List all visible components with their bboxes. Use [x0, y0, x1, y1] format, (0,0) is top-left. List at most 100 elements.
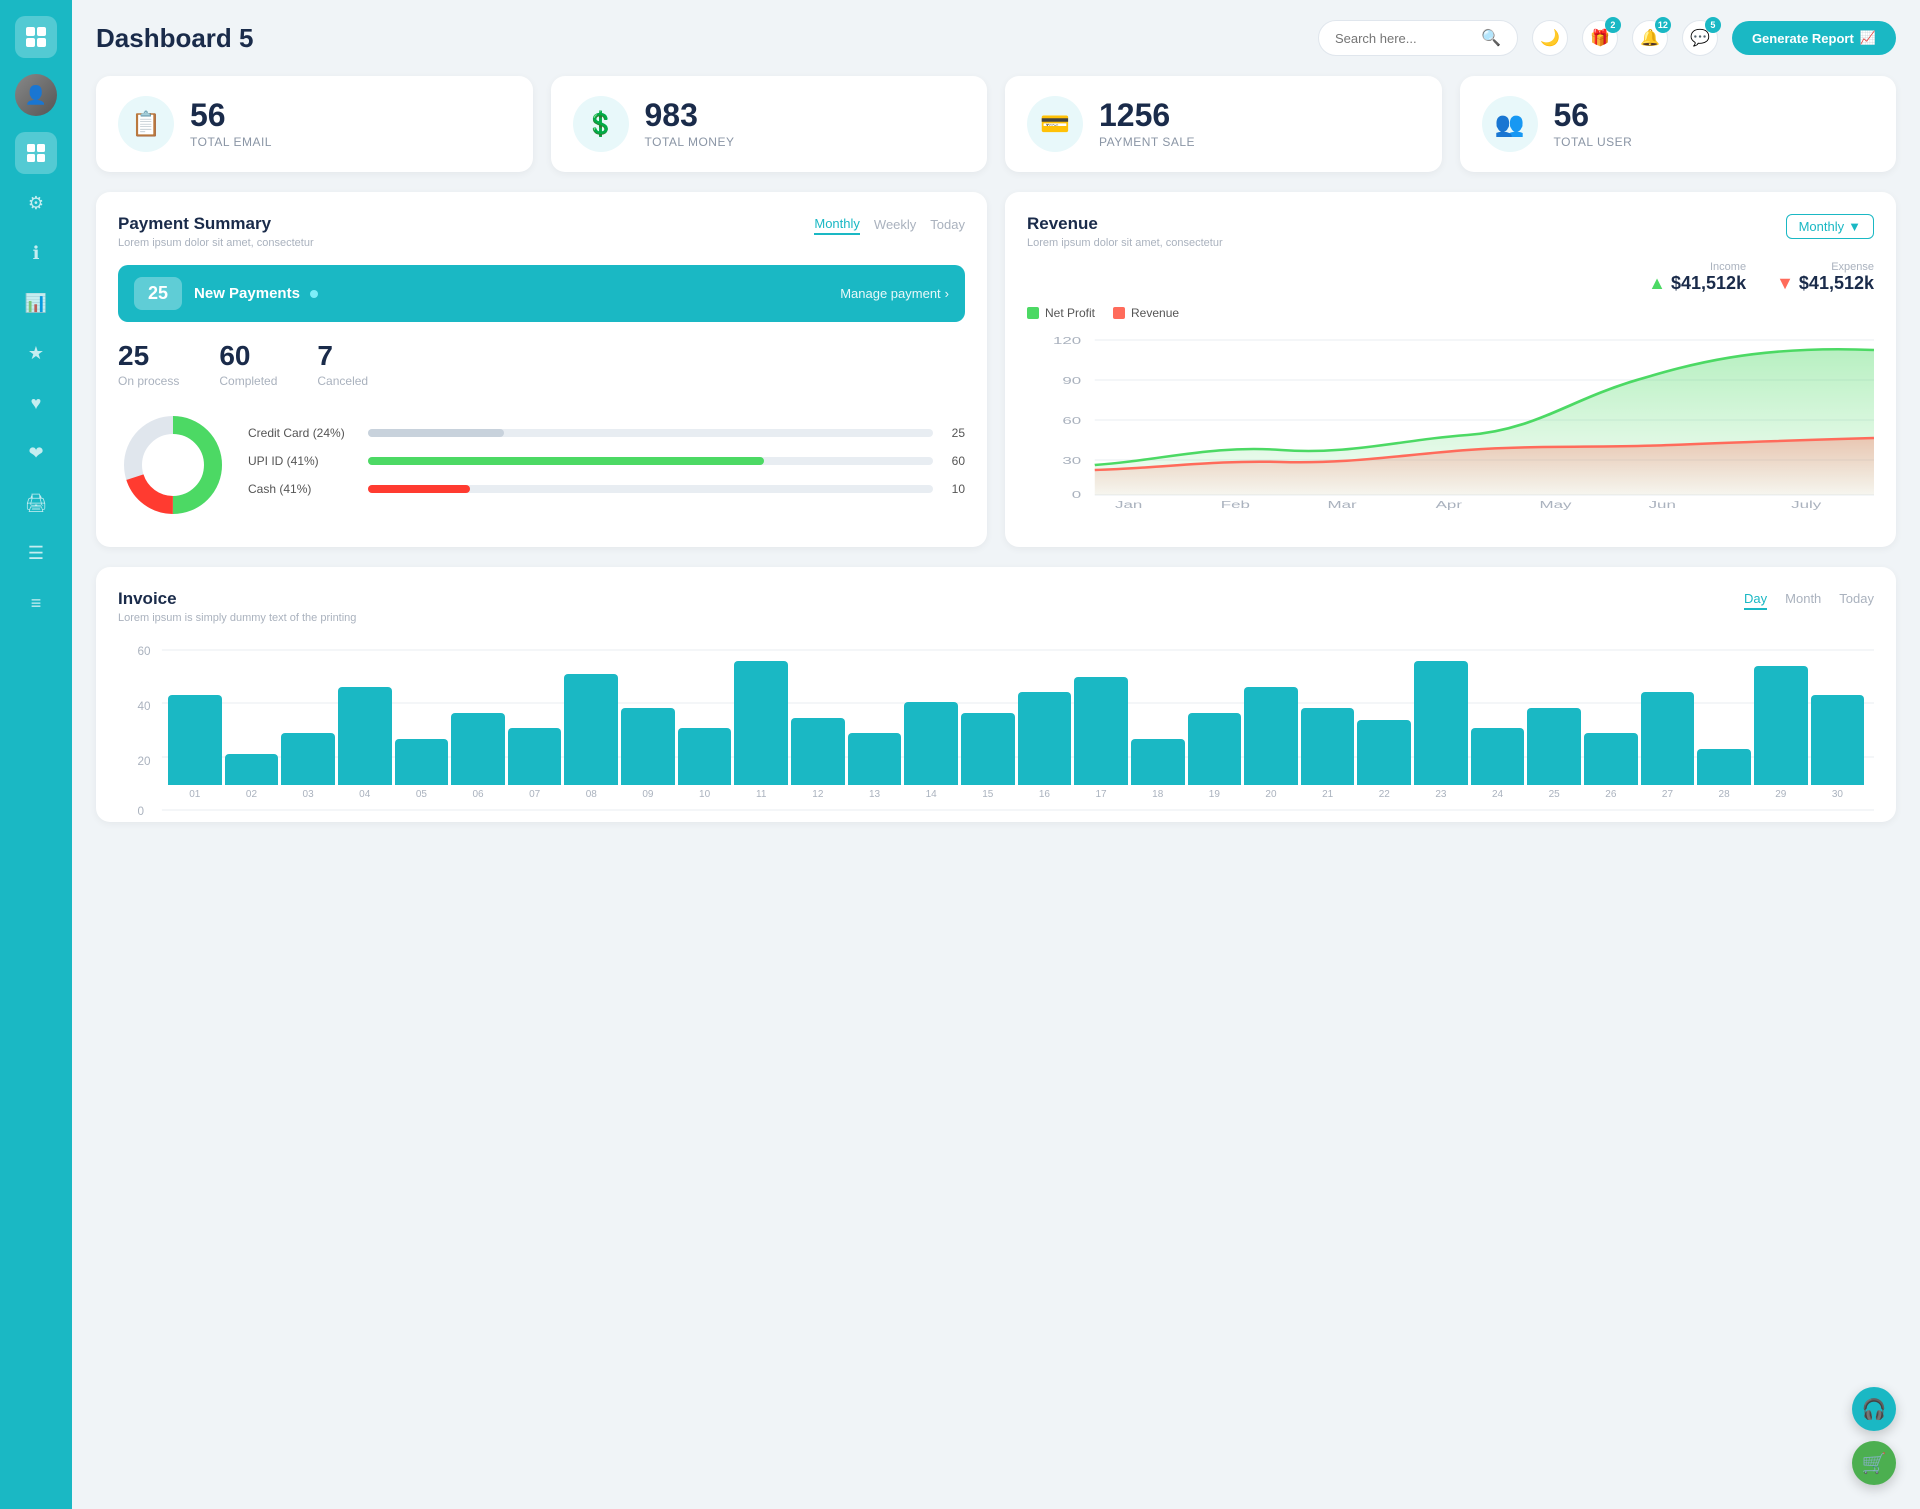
x-label-02: 02: [225, 789, 279, 800]
float-chat-btn[interactable]: 🎧: [1852, 1387, 1896, 1431]
sidebar-item-dashboard[interactable]: [15, 132, 57, 174]
stats-row: 📋 56 TOTAL EMAIL 💲 983 TOTAL MONEY 💳 125…: [96, 76, 1896, 172]
tab-payment-today[interactable]: Today: [930, 215, 965, 234]
generate-report-label: Generate Report: [1752, 31, 1854, 46]
svg-text:July: July: [1791, 499, 1821, 510]
bar-25: [1584, 733, 1638, 785]
revenue-panel: Revenue Lorem ipsum dolor sit amet, cons…: [1005, 192, 1896, 547]
tab-invoice-month[interactable]: Month: [1785, 589, 1821, 610]
search-input[interactable]: [1335, 31, 1473, 46]
bar-12: [848, 733, 902, 785]
revenue-titles: Revenue Lorem ipsum dolor sit amet, cons…: [1027, 214, 1223, 249]
sidebar-item-list[interactable]: ≡: [15, 582, 57, 624]
payment-summary-panel: Payment Summary Lorem ipsum dolor sit am…: [96, 192, 987, 547]
x-label-18: 18: [1131, 789, 1185, 800]
x-label-09: 09: [621, 789, 675, 800]
gift-btn[interactable]: 🎁 2: [1582, 20, 1618, 56]
search-icon: 🔍: [1481, 28, 1501, 48]
expense-value: ▼ $41,512k: [1776, 273, 1874, 294]
revenue-monthly-btn[interactable]: Monthly ▼: [1786, 214, 1874, 239]
sidebar-item-settings[interactable]: ⚙: [15, 182, 57, 224]
svg-text:90: 90: [1062, 375, 1081, 387]
bar-0: [168, 695, 222, 785]
x-label-26: 26: [1584, 789, 1638, 800]
sidebar-item-starred[interactable]: ★: [15, 332, 57, 374]
sidebar-item-info[interactable]: ℹ: [15, 232, 57, 274]
sidebar-item-favorites[interactable]: ♥: [15, 382, 57, 424]
chart-icon: 📈: [1860, 30, 1876, 46]
payment-details: Credit Card (24%) 25 UPI ID (41%) 60: [118, 410, 965, 525]
new-payments-label: New Payments: [194, 285, 318, 302]
pbar-cash: Cash (41%) 10: [248, 482, 965, 496]
bar-1: [225, 754, 279, 785]
bar-11: [791, 718, 845, 785]
income-expense-row: Income ▲ $41,512k Expense ▼ $41,512k: [1027, 261, 1874, 294]
money-label: TOTAL MONEY: [645, 135, 735, 149]
payment-summary-title: Payment Summary: [118, 214, 314, 234]
main-content: Dashboard 5 🔍 🌙 🎁 2 🔔 12 💬 5 Gen: [72, 0, 1920, 1509]
money-count: 983: [645, 99, 735, 131]
sidebar-item-print[interactable]: 🖨: [15, 482, 57, 524]
email-icon: 📋: [118, 96, 174, 152]
chat-btn[interactable]: 💬 5: [1682, 20, 1718, 56]
float-cart-btn[interactable]: 🛒: [1852, 1441, 1896, 1485]
bell-btn[interactable]: 🔔 12: [1632, 20, 1668, 56]
bell-badge: 12: [1655, 17, 1671, 33]
income-item: Income ▲ $41,512k: [1648, 261, 1746, 294]
bar-6: [508, 728, 562, 785]
x-label-04: 04: [338, 789, 392, 800]
sidebar-item-menu[interactable]: ☰: [15, 532, 57, 574]
x-label-17: 17: [1074, 789, 1128, 800]
payment-label: PAYMENT SALE: [1099, 135, 1195, 149]
bar-chart-bars: [168, 630, 1864, 785]
sidebar-item-analytics[interactable]: 📊: [15, 282, 57, 324]
x-label-22: 22: [1357, 789, 1411, 800]
pbar-credit-fill: [368, 429, 504, 437]
payment-panel-header: Payment Summary Lorem ipsum dolor sit am…: [118, 214, 965, 249]
revenue-label: Revenue: [1131, 306, 1179, 320]
bar-13: [904, 702, 958, 785]
tab-payment-weekly[interactable]: Weekly: [874, 215, 916, 234]
user-avatar[interactable]: 👤: [15, 74, 57, 116]
header-right: 🔍 🌙 🎁 2 🔔 12 💬 5 Generate Report 📈: [1318, 20, 1896, 56]
generate-report-button[interactable]: Generate Report 📈: [1732, 21, 1896, 55]
stat-card-payment: 💳 1256 PAYMENT SALE: [1005, 76, 1442, 172]
income-icon: ▲: [1648, 273, 1666, 293]
revenue-dot: [1113, 307, 1125, 319]
tab-invoice-day[interactable]: Day: [1744, 589, 1767, 610]
invoice-panel: Invoice Lorem ipsum is simply dummy text…: [96, 567, 1896, 822]
money-icon: 💲: [573, 96, 629, 152]
completed-label: Completed: [219, 374, 277, 388]
donut-chart: [118, 410, 228, 525]
stat-payment-info: 1256 PAYMENT SALE: [1099, 99, 1195, 149]
search-box[interactable]: 🔍: [1318, 20, 1518, 56]
pbar-credit-val: 25: [943, 426, 965, 440]
x-label-08: 08: [564, 789, 618, 800]
bar-4: [395, 739, 449, 786]
bar-18: [1188, 713, 1242, 785]
email-count: 56: [190, 99, 272, 131]
x-label-11: 11: [734, 789, 788, 800]
sidebar-logo[interactable]: [15, 16, 57, 58]
manage-payment-link[interactable]: Manage payment ›: [840, 286, 949, 301]
tab-invoice-today[interactable]: Today: [1839, 589, 1874, 610]
x-label-30: 30: [1811, 789, 1865, 800]
bar-8: [621, 708, 675, 786]
pbar-credit-track: [368, 429, 933, 437]
sidebar-item-heart2[interactable]: ❤: [15, 432, 57, 474]
chevron-down-icon: ▼: [1848, 219, 1861, 234]
svg-text:Mar: Mar: [1328, 499, 1358, 510]
income-value: ▲ $41,512k: [1648, 273, 1746, 294]
x-label-21: 21: [1301, 789, 1355, 800]
gift-badge: 2: [1605, 17, 1621, 33]
svg-text:0: 0: [1072, 489, 1082, 501]
tab-payment-monthly[interactable]: Monthly: [814, 214, 860, 235]
theme-toggle-btn[interactable]: 🌙: [1532, 20, 1568, 56]
pbar-upi-fill: [368, 457, 764, 465]
payment-summary-subtitle: Lorem ipsum dolor sit amet, consectetur: [118, 237, 314, 249]
x-label-03: 03: [281, 789, 335, 800]
completed-count: 60: [219, 340, 277, 372]
invoice-titles: Invoice Lorem ipsum is simply dummy text…: [118, 589, 356, 624]
svg-text:May: May: [1540, 499, 1572, 510]
x-label-25: 25: [1527, 789, 1581, 800]
